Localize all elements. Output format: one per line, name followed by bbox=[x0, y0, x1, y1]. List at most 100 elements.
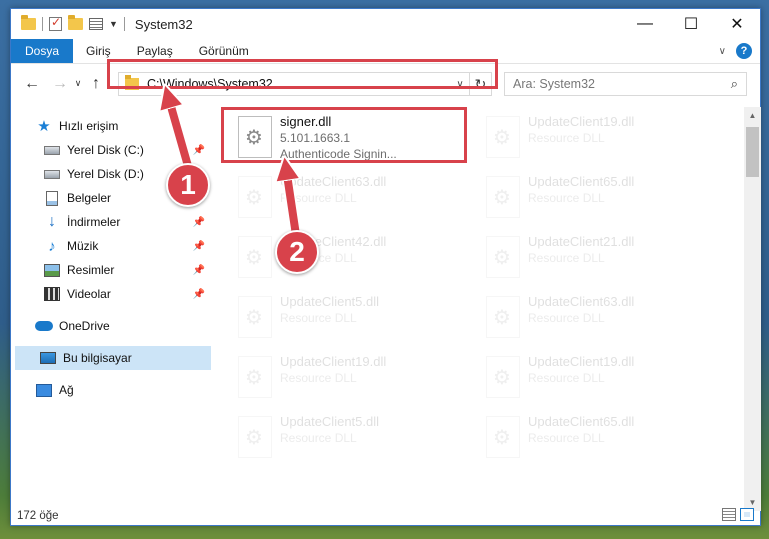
file-description: Resource DLL bbox=[280, 371, 357, 385]
sidebar-item-local-disk-c[interactable]: Yerel Disk (C:) 📌 bbox=[11, 138, 207, 162]
sidebar-item-label: Hızlı erişim bbox=[59, 119, 119, 133]
new-folder-icon[interactable] bbox=[68, 15, 83, 30]
tiles-view-icon[interactable] bbox=[740, 508, 754, 521]
view-switcher bbox=[722, 508, 754, 521]
sidebar-item-music[interactable]: ♪ Müzik 📌 bbox=[11, 234, 207, 258]
document-icon bbox=[43, 190, 61, 206]
dll-file-icon bbox=[486, 176, 520, 218]
video-icon bbox=[43, 286, 61, 302]
sidebar-item-label: Ağ bbox=[59, 383, 74, 397]
file-name: UpdateClient19.dll bbox=[528, 354, 635, 369]
pin-icon: 📌 bbox=[192, 288, 205, 300]
file-description: Resource DLL bbox=[280, 311, 357, 325]
sidebar-item-videos[interactable]: Videolar 📌 bbox=[11, 282, 207, 306]
star-icon: ★ bbox=[37, 118, 51, 135]
back-arrow-icon[interactable]: ← bbox=[21, 75, 43, 93]
file-tile[interactable]: UpdateClient42.dllResource DLL bbox=[234, 230, 472, 288]
tab-file[interactable]: Dosya bbox=[11, 39, 74, 63]
title-bar: ▼ System32 — ☐ ✕ bbox=[11, 9, 760, 39]
file-name: UpdateClient65.dll bbox=[528, 174, 635, 189]
sidebar-item-label: Belgeler bbox=[67, 191, 112, 205]
file-description: Resource DLL bbox=[528, 251, 605, 265]
recent-locations-icon[interactable]: ∨ bbox=[71, 78, 85, 89]
close-button[interactable]: ✕ bbox=[714, 9, 760, 39]
step-badge-1: 1 bbox=[166, 163, 210, 207]
dll-file-icon bbox=[238, 416, 272, 458]
expand-ribbon-icon[interactable]: ∨ bbox=[719, 46, 726, 57]
file-name: UpdateClient65.dll bbox=[528, 414, 635, 429]
explorer-content: ★ Hızlı erişim Yerel Disk (C:) 📌 Yerel D… bbox=[11, 104, 760, 504]
sidebar-item-network[interactable]: Ağ bbox=[11, 378, 207, 402]
scroll-up-icon[interactable]: ▲ bbox=[744, 107, 761, 124]
step-badge-2: 2 bbox=[275, 230, 319, 274]
sidebar-item-quick-access[interactable]: ★ Hızlı erişim bbox=[11, 114, 207, 138]
network-icon bbox=[35, 382, 53, 398]
file-list: signer.dll 5.101.1663.1 Authenticode Sig… bbox=[216, 104, 746, 504]
file-name: UpdateClient63.dll bbox=[280, 174, 387, 189]
search-icon[interactable]: ⌕ bbox=[731, 76, 738, 92]
pin-icon: 📌 bbox=[192, 264, 205, 276]
file-description: Resource DLL bbox=[528, 311, 605, 325]
file-highlight-box bbox=[221, 107, 467, 163]
dll-file-icon bbox=[486, 296, 520, 338]
up-arrow-icon[interactable]: ↑ bbox=[85, 75, 107, 93]
file-description: Resource DLL bbox=[280, 191, 357, 205]
file-description: Resource DLL bbox=[528, 191, 605, 205]
file-name: UpdateClient19.dll bbox=[280, 354, 387, 369]
file-tile[interactable]: UpdateClient65.dll Resource DLL bbox=[482, 170, 720, 228]
help-icon[interactable]: ? bbox=[736, 43, 752, 59]
file-name: UpdateClient5.dll bbox=[280, 414, 380, 429]
file-tile[interactable]: UpdateClient19.dll Resource DLL bbox=[234, 350, 472, 408]
minimize-button[interactable]: — bbox=[622, 9, 668, 39]
toolbar-separator bbox=[123, 17, 125, 31]
ribbon-controls: ∨ ? bbox=[719, 43, 752, 59]
dll-file-icon bbox=[238, 356, 272, 398]
file-description: Resource DLL bbox=[528, 371, 605, 385]
sidebar-item-label: OneDrive bbox=[59, 319, 110, 333]
file-tile[interactable]: UpdateClient5.dll Resource DLL bbox=[234, 290, 472, 348]
customize-toolbar-icon[interactable]: ▼ bbox=[109, 19, 118, 29]
window-controls: — ☐ ✕ bbox=[622, 9, 760, 39]
pin-icon: 📌 bbox=[192, 144, 205, 156]
folder-icon bbox=[21, 15, 36, 30]
file-tile[interactable]: UpdateClient19.dll Resource DLL bbox=[482, 350, 720, 408]
sidebar-item-this-pc[interactable]: Bu bilgisayar bbox=[15, 346, 211, 370]
search-input[interactable]: Ara: System32 bbox=[513, 77, 731, 91]
scrollbar-thumb[interactable] bbox=[746, 127, 759, 177]
file-tile[interactable]: UpdateClient63.dll Resource DLL bbox=[482, 290, 720, 348]
sidebar-item-label: Resimler bbox=[67, 263, 115, 277]
sidebar-item-label: Bu bilgisayar bbox=[63, 351, 132, 365]
properties-check-icon[interactable] bbox=[49, 15, 62, 31]
pin-icon: 📌 bbox=[192, 240, 205, 252]
file-tile[interactable]: UpdateClient5.dll Resource DLL bbox=[234, 410, 472, 468]
drive-icon bbox=[43, 166, 61, 182]
rename-icon[interactable] bbox=[89, 18, 103, 30]
sidebar-item-pictures[interactable]: Resimler 📌 bbox=[11, 258, 207, 282]
status-bar: 172 öğe bbox=[11, 505, 760, 526]
file-description: Resource DLL bbox=[528, 431, 605, 445]
sidebar-item-label: Yerel Disk (C:) bbox=[67, 143, 144, 157]
file-tile[interactable]: UpdateClient65.dll Resource DLL bbox=[482, 410, 720, 468]
file-description: Resource DLL bbox=[528, 131, 605, 145]
sidebar-item-label: İndirmeler bbox=[67, 215, 121, 229]
quick-access-toolbar: ▼ bbox=[11, 15, 125, 31]
item-count: 172 öğe bbox=[17, 509, 59, 522]
sidebar-item-label: Müzik bbox=[67, 239, 99, 253]
dll-file-icon bbox=[486, 236, 520, 278]
details-view-icon[interactable] bbox=[722, 508, 736, 521]
forward-arrow-icon[interactable]: → bbox=[49, 75, 71, 93]
dll-file-icon bbox=[486, 356, 520, 398]
sidebar-item-onedrive[interactable]: OneDrive bbox=[11, 314, 207, 338]
file-name: UpdateClient5.dll bbox=[280, 294, 380, 309]
file-tile[interactable]: UpdateClient63.dll Resource DLL bbox=[234, 170, 472, 228]
cloud-icon bbox=[35, 318, 53, 334]
file-tile[interactable]: UpdateClient21.dll Resource DLL bbox=[482, 230, 720, 288]
vertical-scrollbar[interactable]: ▲ ▼ bbox=[744, 107, 761, 511]
search-box[interactable]: Ara: System32 ⌕ bbox=[504, 72, 747, 96]
sidebar-item-downloads[interactable]: ↓ İndirmeler 📌 bbox=[11, 210, 207, 234]
file-description: Resource DLL bbox=[280, 431, 357, 445]
pin-icon: 📌 bbox=[192, 216, 205, 228]
file-tile[interactable]: UpdateClient19.dll Resource DLL bbox=[482, 110, 720, 168]
maximize-button[interactable]: ☐ bbox=[668, 9, 714, 39]
drive-icon bbox=[43, 142, 61, 158]
